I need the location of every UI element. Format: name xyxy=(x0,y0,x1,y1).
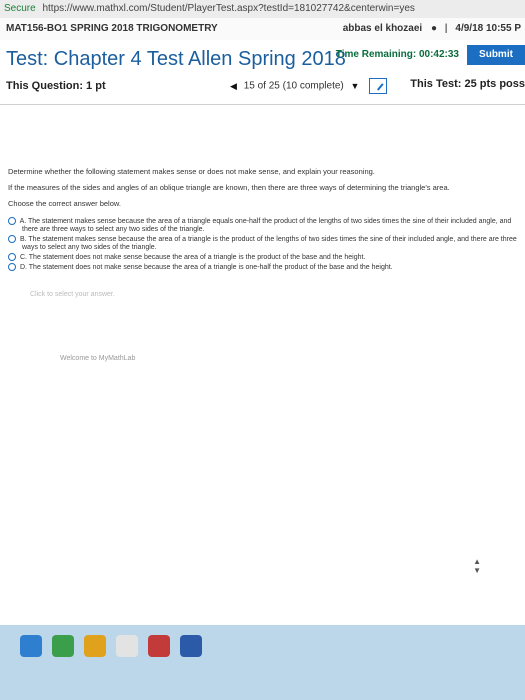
question-instruction: Choose the correct answer below. xyxy=(8,199,121,208)
radio-button[interactable] xyxy=(8,217,16,225)
url-text[interactable]: https://www.mathxl.com/Student/PlayerTes… xyxy=(42,3,414,14)
edit-icon[interactable] xyxy=(369,78,388,94)
taskbar xyxy=(0,625,525,700)
prev-question-icon[interactable]: ◀ xyxy=(230,81,237,91)
time-remaining: Time Remaining: 00:42:33 xyxy=(336,49,459,60)
radio-button[interactable] xyxy=(8,253,16,261)
option-a[interactable]: A. The statement makes sense because the… xyxy=(8,217,511,225)
option-text: The statement makes sense because the ar… xyxy=(28,217,512,225)
question-progress[interactable]: 15 of 25 (10 complete) xyxy=(244,81,344,92)
address-bar[interactable]: Secure https://www.mathxl.com/Student/Pl… xyxy=(0,0,525,19)
test-title: Test: Chapter 4 Test Allen Spring 2018 xyxy=(6,48,346,70)
option-text: The statement does not make sense becaus… xyxy=(28,253,366,261)
question-points: This Question: 1 pt xyxy=(6,80,106,92)
option-b-cont: ways to select any two sides of the tria… xyxy=(22,244,157,251)
option-b[interactable]: B. The statement makes sense because the… xyxy=(8,235,517,243)
secure-label: Secure xyxy=(4,3,36,14)
user-name[interactable]: abbas el khozaei xyxy=(343,23,422,34)
time-value: 00:42:33 xyxy=(418,49,459,60)
option-letter: A. xyxy=(19,217,27,225)
hint-text: Click to select your answer. xyxy=(30,291,115,298)
option-text: The statement makes sense because the ar… xyxy=(28,235,517,243)
option-letter: B. xyxy=(19,235,27,243)
submit-button[interactable]: Submit xyxy=(467,45,525,65)
course-name: MAT156-BO1 SPRING 2018 TRIGONOMETRY xyxy=(6,23,218,34)
option-letter: D. xyxy=(19,263,27,271)
question-statement: If the measures of the sides and angles … xyxy=(8,183,450,192)
option-d[interactable]: D. The statement does not make sense bec… xyxy=(8,263,393,271)
test-points: This Test: 25 pts poss xyxy=(410,78,525,90)
store-icon[interactable] xyxy=(180,635,202,657)
radio-button[interactable] xyxy=(8,235,16,243)
footer-text: Welcome to MyMathLab xyxy=(60,355,136,362)
option-a-cont: there are three ways to select any two s… xyxy=(22,226,205,233)
option-c[interactable]: C. The statement does not make sense bec… xyxy=(8,253,365,261)
browser-icon[interactable] xyxy=(20,635,42,657)
scroll-arrows-icon[interactable]: ▲ ▼ xyxy=(473,557,481,575)
media-icon[interactable] xyxy=(148,635,170,657)
user-icon: ● xyxy=(430,23,438,34)
time-label: Time Remaining: xyxy=(335,49,417,60)
course-bar: MAT156-BO1 SPRING 2018 TRIGONOMETRY abba… xyxy=(0,18,525,41)
chrome-icon[interactable] xyxy=(52,635,74,657)
question-prompt: Determine whether the following statemen… xyxy=(8,167,375,176)
folder-icon[interactable] xyxy=(84,635,106,657)
course-user-info: abbas el khozaei ● | 4/9/18 10:55 P xyxy=(343,23,521,34)
app-icon[interactable] xyxy=(116,635,138,657)
separator: | xyxy=(444,23,448,34)
date-time: 4/9/18 10:55 P xyxy=(455,23,521,34)
option-letter: C. xyxy=(19,253,27,261)
option-text: The statement does not make sense becaus… xyxy=(28,263,393,271)
test-header: Test: Chapter 4 Test Allen Spring 2018 T… xyxy=(0,40,525,105)
question-content: Determine whether the following statemen… xyxy=(0,105,525,654)
radio-button[interactable] xyxy=(8,263,16,271)
question-navigator: ◀ 15 of 25 (10 complete) ▼ xyxy=(226,78,388,94)
chevron-down-icon[interactable]: ▼ xyxy=(351,81,360,91)
